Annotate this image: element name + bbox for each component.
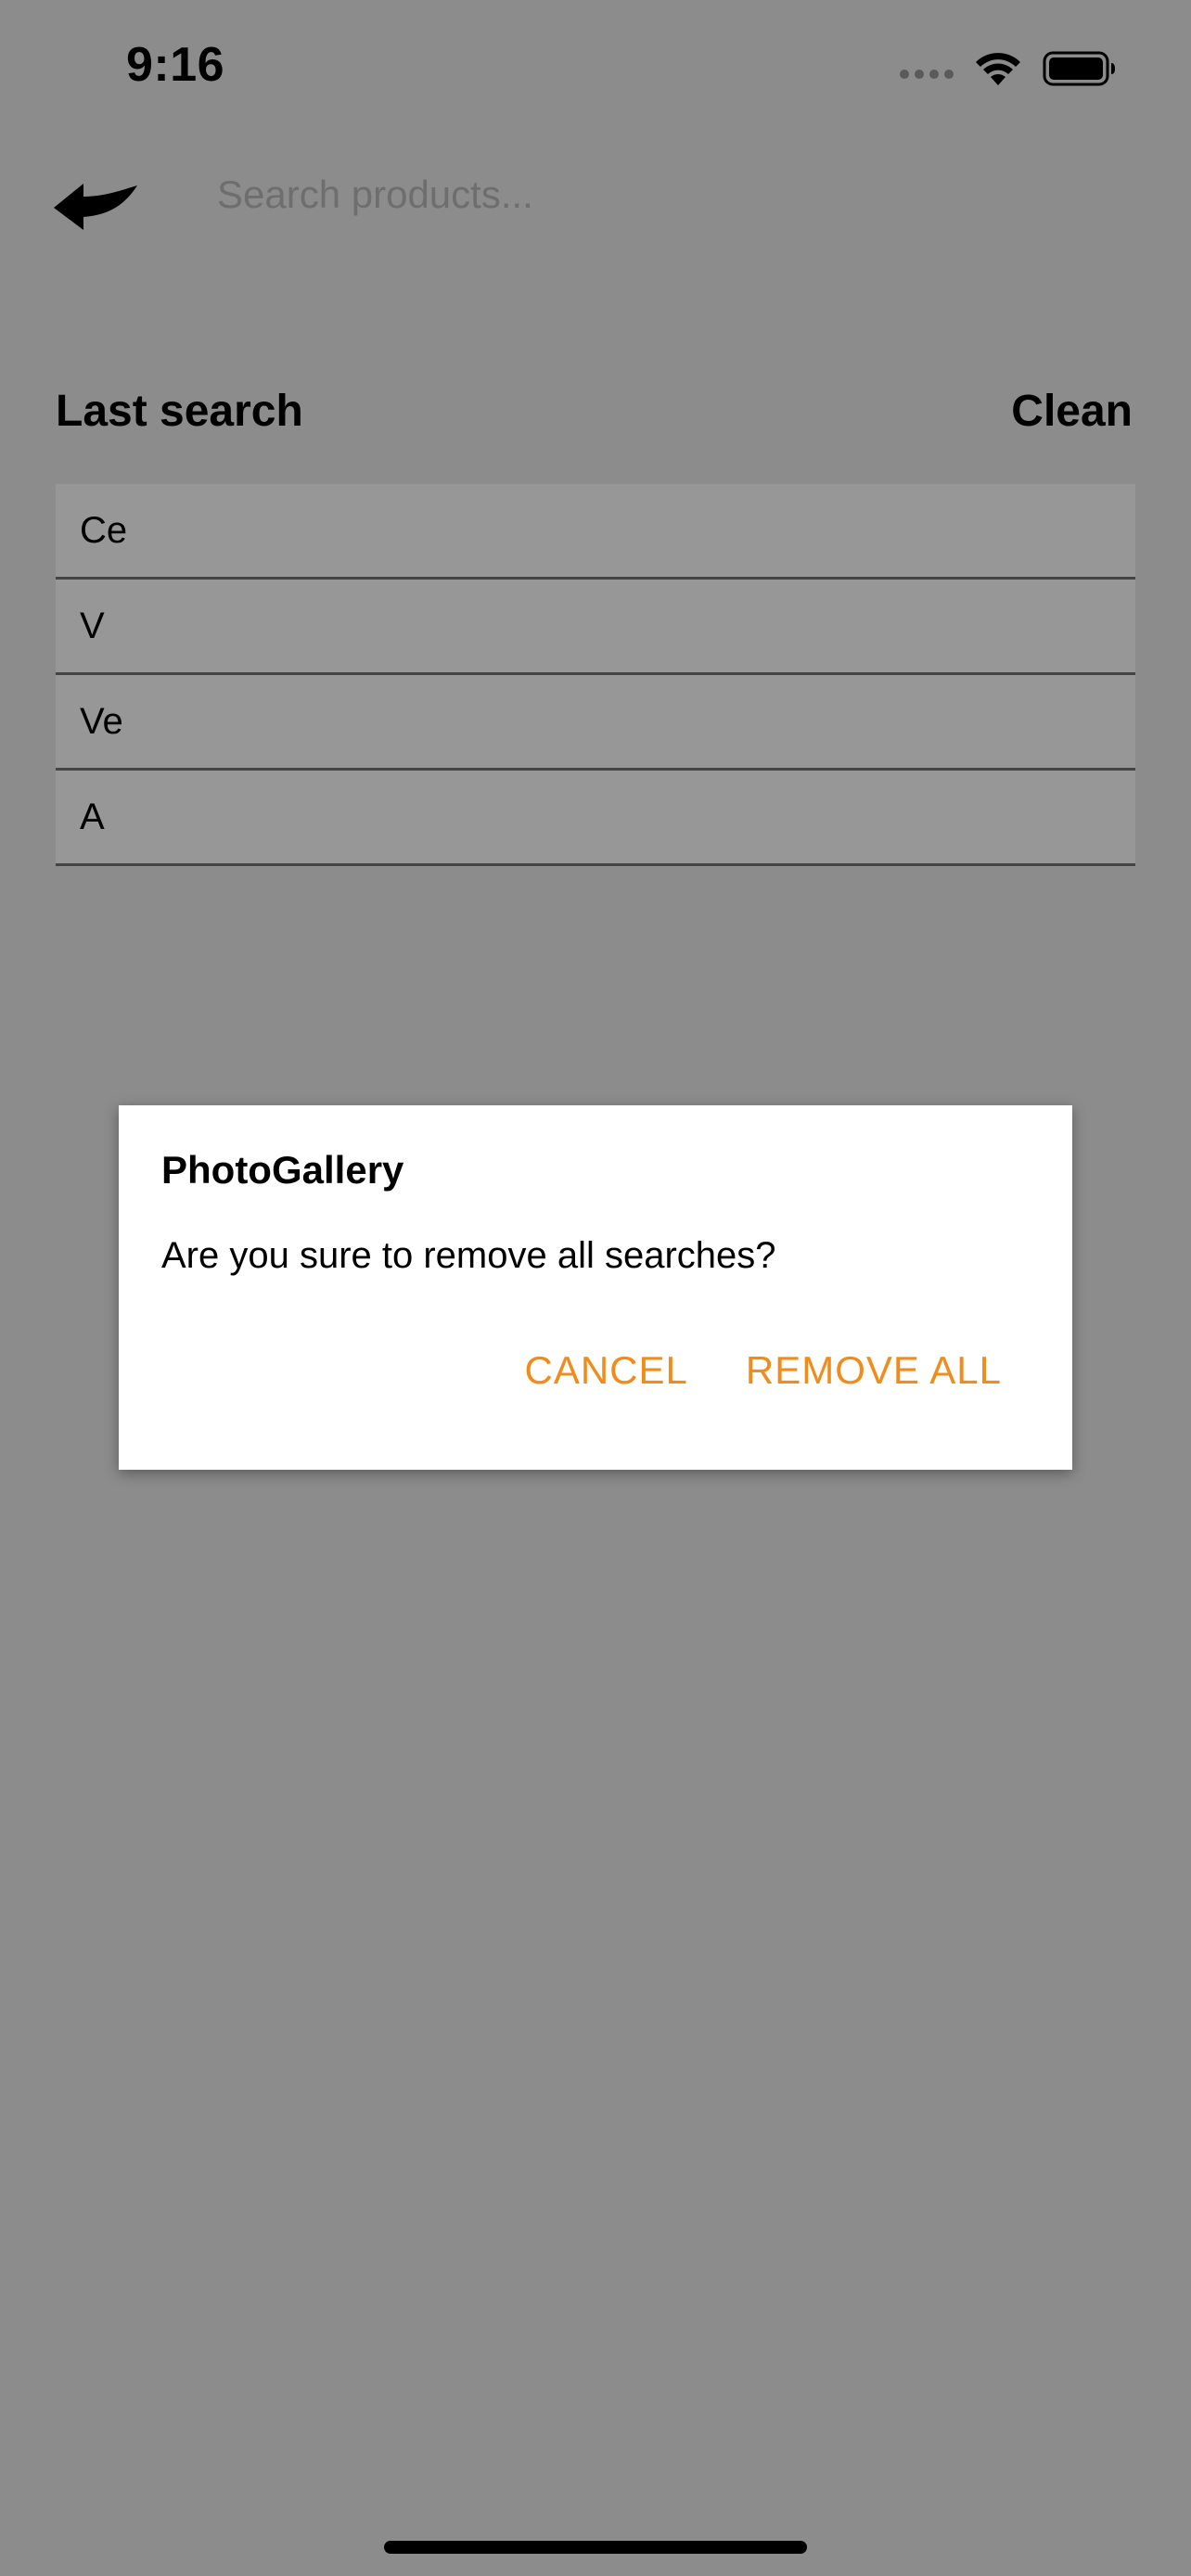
- dialog-actions: CANCEL REMOVE ALL: [525, 1348, 1003, 1393]
- status-bar: 9:16: [0, 0, 1191, 130]
- recent-search-item[interactable]: Ce: [56, 484, 1135, 580]
- confirm-dialog: PhotoGallery Are you sure to remove all …: [119, 1105, 1072, 1470]
- dialog-message: Are you sure to remove all searches?: [161, 1235, 776, 1276]
- dialog-title: PhotoGallery: [161, 1148, 404, 1192]
- recent-search-list: Ce V Ve A: [56, 484, 1135, 866]
- wifi-icon: [974, 50, 1022, 87]
- home-indicator[interactable]: [384, 2541, 807, 2554]
- last-search-title: Last search: [56, 387, 303, 436]
- cellular-signal-icon: [900, 70, 954, 79]
- battery-icon: [1043, 50, 1117, 87]
- remove-all-button[interactable]: REMOVE ALL: [746, 1348, 1002, 1393]
- back-arrow-icon: [54, 184, 137, 230]
- status-icons: [900, 46, 1117, 91]
- status-time: 9:16: [126, 38, 225, 92]
- cancel-button[interactable]: CANCEL: [525, 1348, 688, 1393]
- recent-search-item[interactable]: Ve: [56, 675, 1135, 771]
- search-input[interactable]: [217, 161, 1126, 228]
- recent-search-item[interactable]: V: [56, 580, 1135, 675]
- search-header: [0, 139, 1191, 250]
- clean-button[interactable]: Clean: [1011, 386, 1133, 437]
- recent-search-item[interactable]: A: [56, 771, 1135, 866]
- back-button[interactable]: [50, 158, 143, 232]
